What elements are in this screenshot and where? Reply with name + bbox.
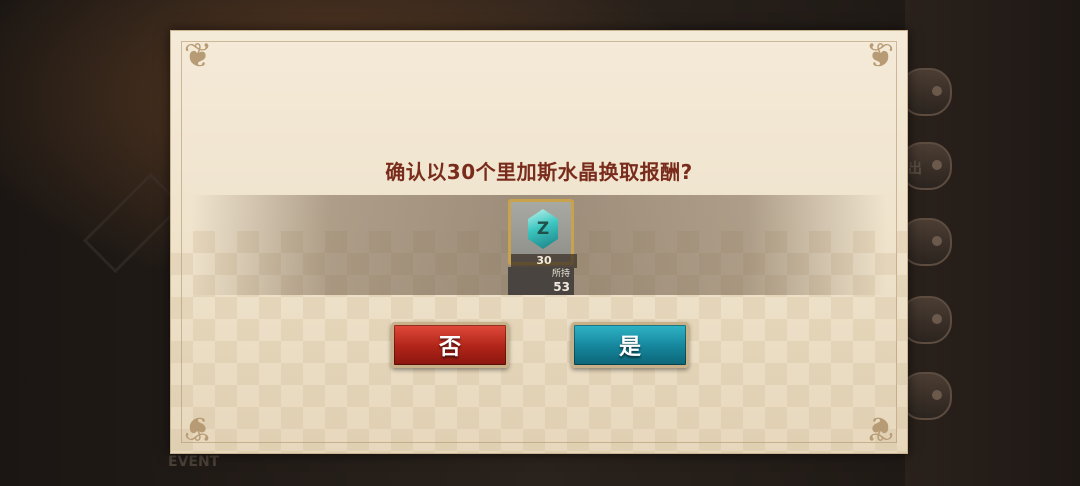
crystal-icon: Z [528,209,558,249]
corner-ornament-icon: ❦ [183,36,213,76]
reward-item-card: Z 30 所持 53 [508,199,577,295]
background-side-text: 出 [908,161,922,177]
corner-ornament-icon: ❦ [183,408,213,448]
confirm-dialog: ❦ ❦ ❦ ❦ 确认以30个里加斯水晶换取报酬? Z 30 所持 53 否 是 [170,30,908,454]
owned-value: 53 [553,280,570,294]
item-quantity: 30 [511,254,577,268]
owned-count-panel: 所持 53 [508,267,574,295]
background-event-text: EVENT [168,454,220,470]
item-frame: Z 30 [508,199,577,268]
no-button-label: 否 [438,335,461,360]
no-button[interactable]: 否 [391,322,509,368]
yes-button[interactable]: 是 [571,322,689,368]
corner-ornament-icon: ❦ [865,36,895,76]
yes-button-label: 是 [618,335,641,360]
dialog-title: 确认以30个里加斯水晶换取报酬? [385,160,693,184]
crystal-glyph: Z [536,219,550,239]
corner-ornament-icon: ❦ [865,408,895,448]
owned-label: 所持 [551,269,570,279]
